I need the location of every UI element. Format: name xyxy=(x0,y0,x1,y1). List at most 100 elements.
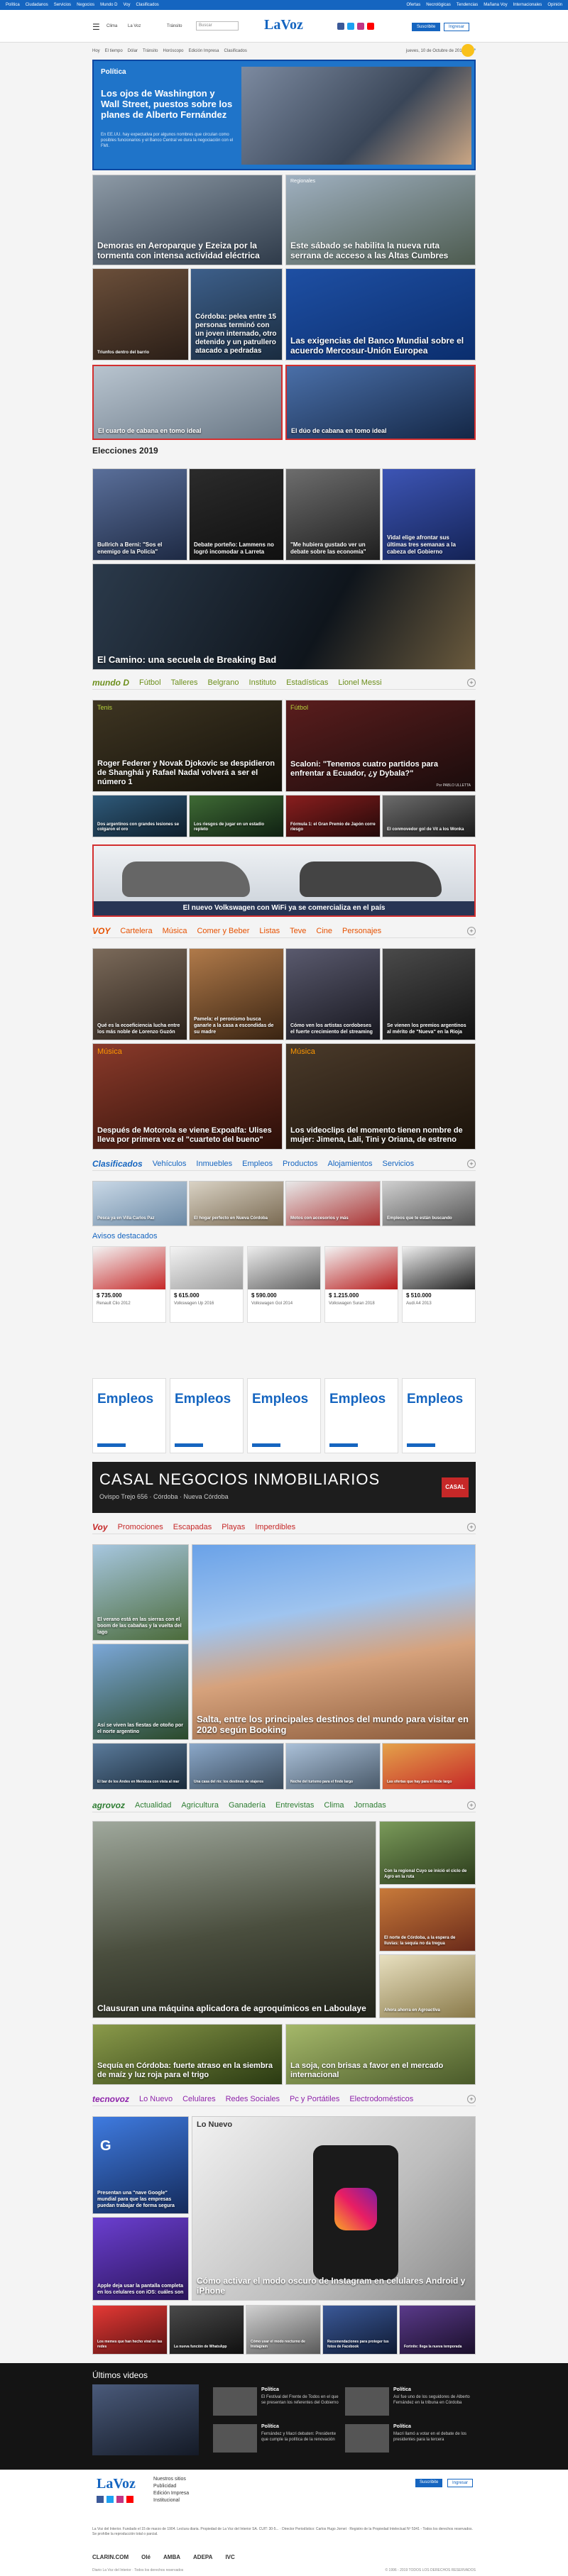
partner-logo[interactable]: Olé xyxy=(141,2554,151,2560)
agro-nav-item[interactable]: Jornadas xyxy=(354,1801,386,1810)
plus-icon[interactable]: + xyxy=(467,1522,476,1531)
news-tile-title[interactable]: Fortnite: llega la nueva temporada xyxy=(404,2345,471,2350)
voy-turismo-logo[interactable]: Voy xyxy=(92,1522,108,1532)
news-tile[interactable]: Motos con accesorios y más xyxy=(285,1181,381,1226)
ad-tile[interactable]: El cuarto de cabana en tomo ideal xyxy=(92,365,283,440)
agro-nav-item[interactable]: Agricultura xyxy=(181,1801,219,1810)
news-tile-title[interactable]: Debate porteño: Lammens no logró incomod… xyxy=(194,541,279,556)
top-nav-item[interactable]: Tendencias xyxy=(457,3,478,7)
partner-logo[interactable]: CLARIN.COM xyxy=(92,2554,129,2560)
news-tile[interactable]: La soja, con brisas a favor en el mercad… xyxy=(285,2024,476,2085)
news-tile[interactable]: Triunfos dentro del barrio xyxy=(92,268,189,360)
video-text[interactable]: Fernández y Macri debaten: Presidente qu… xyxy=(261,2431,339,2443)
mundo-nav-item[interactable]: Lionel Messi xyxy=(338,678,381,687)
clasificados-nav-item[interactable]: Alojamientos xyxy=(328,1160,373,1168)
news-tile-title[interactable]: La soja, con brisas a favor en el mercad… xyxy=(290,2062,471,2080)
news-tile-title[interactable]: Cómo ven los artistas cordobeses el fuer… xyxy=(290,1023,376,1035)
voy-turismo-nav-item[interactable]: Escapadas xyxy=(173,1523,212,1531)
news-tile[interactable]: Recomendaciones para proteger tus fotos … xyxy=(322,2305,398,2355)
car-card[interactable]: $ 735.000 Renault Clio 2012 xyxy=(92,1246,166,1323)
tecno-nav-item[interactable]: Pc y Portátiles xyxy=(290,2095,339,2103)
voy-nav-item[interactable]: Música xyxy=(163,927,187,935)
car-card[interactable]: $ 590.000 Volkswagen Gol 2014 xyxy=(247,1246,321,1323)
twitter-icon[interactable] xyxy=(106,2496,114,2503)
empleos-card[interactable]: Empleos xyxy=(402,1378,476,1453)
news-tile-title[interactable]: Córdoba: pelea entre 15 personas terminó… xyxy=(195,313,278,356)
featured-tile[interactable]: El Camino: una secuela de Breaking Bad xyxy=(92,563,476,670)
ad-tile-title[interactable]: El dúo de cabana en tomo ideal xyxy=(291,427,470,434)
tecno-logo[interactable]: tecnovoz xyxy=(92,2094,129,2104)
facebook-icon[interactable] xyxy=(337,23,344,30)
news-tile[interactable]: Qué es la ecoeficiencia lucha entre los … xyxy=(92,948,187,1040)
news-tile[interactable]: El conmovedor gol de Vit a los Wonka xyxy=(382,795,476,837)
top-nav-item[interactable]: Clasificados xyxy=(136,3,158,7)
news-tile-title[interactable]: Bullrich a Berni: "Sos el enemigo de la … xyxy=(97,541,182,556)
featured-tile[interactable]: Salta, entre los principales destinos de… xyxy=(192,1544,476,1740)
news-tile[interactable]: Cómo ven los artistas cordobeses el fuer… xyxy=(285,948,381,1040)
plus-icon[interactable]: + xyxy=(467,926,476,935)
news-tile[interactable]: Bullrich a Berni: "Sos el enemigo de la … xyxy=(92,468,187,561)
news-tile-title[interactable]: Cómo usar el modo nocturno de Instagram xyxy=(251,2340,316,2350)
news-tile-title[interactable]: Después de Motorola se viene Expoalfa: U… xyxy=(97,1126,278,1145)
header-lavoz-link[interactable]: La Voz xyxy=(128,24,141,28)
tecno-nav-item[interactable]: Electrodomésticos xyxy=(349,2095,413,2103)
video-text[interactable]: El Festival del Frente de Todos en el qu… xyxy=(261,2394,339,2406)
sub-nav-item[interactable]: Edición Impresa xyxy=(189,49,219,53)
ad-tile[interactable]: El dúo de cabana en tomo ideal xyxy=(285,365,476,440)
news-tile-title[interactable]: El hogar perfecto en Nueva Córdoba xyxy=(194,1216,279,1221)
news-tile-title[interactable]: Las ofertas que hay para el finde largo xyxy=(387,1780,471,1785)
video-item[interactable]: Política Fernández y Macri debaten: Pres… xyxy=(213,2424,341,2455)
news-tile-title[interactable]: La nueva función de WhatsApp xyxy=(174,2345,239,2350)
agro-nav-item[interactable]: Actualidad xyxy=(135,1801,171,1810)
auto-ad-title[interactable]: El nuevo Volkswagen con WiFi ya se comer… xyxy=(94,901,474,915)
clasificados-nav-item[interactable]: Empleos xyxy=(242,1160,273,1168)
tecno-nav-item[interactable]: Celulares xyxy=(182,2095,215,2103)
news-tile[interactable]: Empleos que te están buscando xyxy=(382,1181,476,1226)
news-tile[interactable]: El norte de Córdoba, a la espera de lluv… xyxy=(379,1888,476,1952)
featured-tile-title[interactable]: Salta, entre los principales destinos de… xyxy=(197,1714,471,1735)
partner-logo[interactable]: AMBA xyxy=(163,2554,180,2560)
news-tile[interactable]: G Presentan una "nave Google" mundial pa… xyxy=(92,2116,189,2214)
news-tile-title[interactable]: Pesca ya en Villa Carlos Paz xyxy=(97,1216,182,1221)
featured-tile[interactable]: Lo Nuevo Cómo activar el modo oscuro de … xyxy=(192,2116,476,2301)
top-nav-item[interactable]: Opinión xyxy=(547,3,562,7)
news-tile-title[interactable]: Ahora ahorra en Agroactiva xyxy=(384,2008,471,2013)
car-card[interactable]: $ 615.000 Volkswagen Up 2016 xyxy=(170,1246,244,1323)
news-tile-title[interactable]: Noche del turismo para el finde largo xyxy=(290,1780,376,1785)
news-tile-title[interactable]: Fórmula 1: el Gran Premio de Japón corre… xyxy=(290,822,376,832)
news-tile-title[interactable]: Sequía en Córdoba: fuerte atraso en la s… xyxy=(97,2062,278,2080)
video-item[interactable]: Política Así fue uno de los seguidores d… xyxy=(345,2387,473,2418)
news-tile[interactable]: Córdoba: pelea entre 15 personas terminó… xyxy=(190,268,283,360)
voy-nav-item[interactable]: Cine xyxy=(316,927,332,935)
hero-image[interactable] xyxy=(241,67,471,165)
plus-icon[interactable]: + xyxy=(467,1800,476,1810)
search-input[interactable]: Buscar xyxy=(196,21,239,31)
top-nav-item[interactable]: Mañana Voy xyxy=(484,3,507,7)
video-text[interactable]: Así fue uno de los seguidores de Alberto… xyxy=(393,2394,471,2406)
news-tile[interactable]: Debate porteño: Lammens no logró incomod… xyxy=(189,468,284,561)
voy-turismo-nav-item[interactable]: Imperdibles xyxy=(255,1523,295,1531)
news-tile-title[interactable]: El verano está en las sierras con el boo… xyxy=(97,1617,184,1636)
news-tile-title[interactable]: Los memes que han hecho viral en las red… xyxy=(97,2340,163,2350)
empleos-card[interactable]: Empleos xyxy=(170,1378,244,1453)
news-tile-title[interactable]: Con la regional Cuyo se inició el ciclo … xyxy=(384,1868,471,1880)
featured-tile-title[interactable]: Cómo activar el modo oscuro de Instagram… xyxy=(197,2276,471,2296)
instagram-icon[interactable] xyxy=(116,2496,124,2503)
video-thumb[interactable] xyxy=(213,2387,257,2416)
voy-nav-item[interactable]: Teve xyxy=(290,927,306,935)
footer-link[interactable]: Edición Impresa xyxy=(153,2490,189,2497)
news-tile[interactable]: Pamela: el peronismo busca ganarle a la … xyxy=(189,948,284,1040)
news-tile-title[interactable]: Este sábado se habilita la nueva ruta se… xyxy=(290,241,471,260)
news-tile-title[interactable]: Así se viven las fiestas de otoño por el… xyxy=(97,1722,184,1735)
news-tile-title[interactable]: Se vienen los premios argentinos al méri… xyxy=(387,1023,471,1035)
news-tile-title[interactable]: Triunfos dentro del barrio xyxy=(97,350,184,356)
sub-nav-item[interactable]: Clasificados xyxy=(224,49,247,53)
featured-tile-title[interactable]: El Camino: una secuela de Breaking Bad xyxy=(97,654,471,665)
news-tile[interactable]: Fortnite: llega la nueva temporada xyxy=(399,2305,476,2355)
clasificados-nav-item[interactable]: Productos xyxy=(283,1160,318,1168)
mundo-logo[interactable]: mundo D xyxy=(92,678,129,688)
empleos-card[interactable]: Empleos xyxy=(247,1378,321,1453)
top-nav-item[interactable]: Internacionales xyxy=(513,3,542,7)
hero-article[interactable]: Política Los ojos de Washington y Wall S… xyxy=(92,60,476,170)
footer-link[interactable]: Institucional xyxy=(153,2497,189,2504)
